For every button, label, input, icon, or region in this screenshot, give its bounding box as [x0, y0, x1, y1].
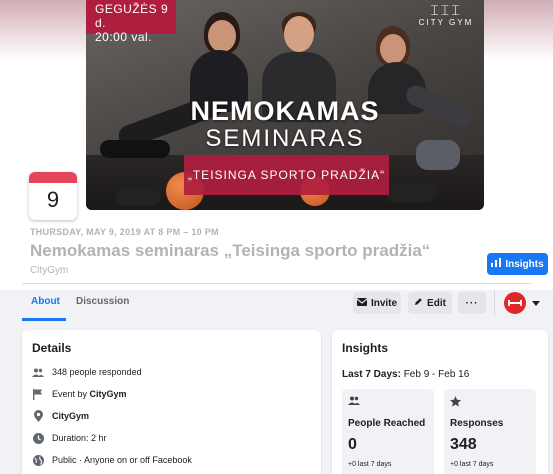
responded-text: 348 people responded	[52, 367, 142, 377]
insights-range: Last 7 Days: Feb 9 - Feb 16	[342, 369, 469, 380]
insights-button[interactable]: Insights	[487, 253, 548, 275]
stat-responses[interactable]: Responses 348 +0 last 7 days	[444, 389, 536, 474]
stat-people-reached[interactable]: People Reached 0 +0 last 7 days	[342, 389, 434, 474]
detail-privacy: Public · Anyone on or off Facebook	[32, 454, 192, 466]
actions-separator	[494, 290, 495, 316]
responses-label: Responses	[450, 418, 504, 429]
more-options-button[interactable]: ···	[458, 292, 486, 314]
insights-heading: Insights	[342, 341, 389, 355]
reached-value: 0	[348, 436, 357, 453]
reached-delta: +0 last 7 days	[348, 461, 392, 468]
edit-button[interactable]: Edit	[408, 292, 452, 314]
cover-date-line1: GEGUŽĖS 9 d.	[95, 2, 169, 30]
people-icon	[32, 366, 44, 378]
edit-button-label: Edit	[427, 297, 446, 309]
range-label: Last 7 Days:	[342, 369, 401, 380]
tab-discussion[interactable]: Discussion	[76, 296, 129, 307]
tab-about-indicator	[22, 318, 66, 321]
detail-responded: 348 people responded	[32, 366, 142, 378]
flag-icon	[32, 388, 44, 400]
event-host-link[interactable]: CityGym	[30, 265, 68, 276]
cover-headline: NEMOKAMAS SEMINARAS	[86, 96, 484, 153]
invite-button-label: Invite	[370, 297, 398, 309]
tab-about[interactable]: About	[31, 296, 60, 307]
dumbbell	[116, 188, 160, 206]
event-by-link[interactable]: CityGym	[90, 389, 127, 399]
cover-date-tag: GEGUŽĖS 9 d. 20:00 val.	[86, 0, 176, 44]
dumbbell-logo-icon: ⌶⌶⌶	[430, 2, 462, 18]
responses-delta: +0 last 7 days	[450, 461, 494, 468]
dumbbell-right	[386, 184, 436, 202]
envelope-icon	[356, 297, 368, 309]
insights-card: Insights Last 7 Days: Feb 9 - Feb 16 Peo…	[332, 330, 548, 474]
privacy-text: Public · Anyone on or off Facebook	[52, 455, 192, 465]
clock-icon	[32, 432, 44, 444]
page-avatar	[504, 292, 526, 314]
cover-photo[interactable]: GEGUŽĖS 9 d. 20:00 val. ⌶⌶⌶ CITY GYM NEM…	[86, 0, 484, 210]
pencil-icon	[414, 297, 423, 309]
detail-location: CityGym	[32, 410, 89, 422]
headline-line1: NEMOKAMAS	[190, 96, 380, 126]
range-value: Feb 9 - Feb 16	[400, 369, 470, 380]
invite-button[interactable]: Invite	[353, 292, 401, 314]
brand-name: CITY GYM	[418, 18, 474, 27]
calendar-band	[29, 172, 77, 183]
reached-label: People Reached	[348, 418, 426, 429]
location-pin-icon	[32, 410, 44, 422]
headline-line2: SEMINARAS	[205, 125, 365, 152]
star-icon	[450, 396, 461, 410]
cover-date-line2: 20:00 val.	[95, 30, 153, 44]
insights-button-label: Insights	[505, 258, 544, 270]
event-by-text: Event by CityGym	[52, 389, 127, 399]
location-link[interactable]: CityGym	[52, 411, 89, 421]
calendar-day: 9	[46, 187, 60, 212]
citygym-logo: ⌶⌶⌶ CITY GYM	[416, 2, 476, 27]
cover-cta: „TEISINGA SPORTO PRADŽIA“	[184, 155, 389, 195]
detail-duration: Duration: 2 hr	[32, 432, 107, 444]
page-switcher[interactable]	[504, 292, 540, 314]
calendar-badge: 9	[29, 172, 77, 220]
detail-event-by: Event by CityGym	[32, 388, 127, 400]
event-datetime: THURSDAY, MAY 9, 2019 AT 8 PM – 10 PM	[30, 227, 219, 237]
details-heading: Details	[32, 341, 72, 355]
event-by-prefix: Event by	[52, 389, 90, 399]
details-card: Details 348 people responded Event by Ci…	[22, 330, 321, 474]
duration-text: Duration: 2 hr	[52, 433, 107, 443]
globe-icon	[32, 454, 44, 466]
people-icon	[348, 396, 360, 408]
event-title: Nemokamas seminaras „Teisinga sporto pra…	[30, 241, 431, 260]
bar-chart-icon	[491, 258, 502, 270]
responses-value: 348	[450, 436, 477, 453]
header-divider	[22, 283, 532, 284]
chevron-down-icon	[532, 300, 540, 306]
